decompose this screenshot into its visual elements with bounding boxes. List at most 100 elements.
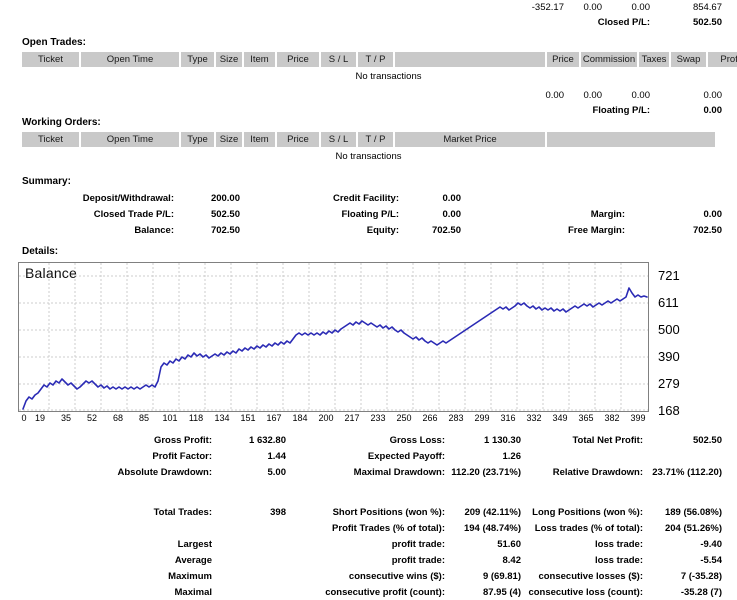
x-tick-217: 217 bbox=[344, 413, 359, 423]
col-size: Size bbox=[215, 52, 243, 68]
summary-value-floating-pl: 0.00 bbox=[405, 209, 461, 220]
details-label-total-trades: Total Trades: bbox=[0, 507, 218, 518]
col-commission: Commission bbox=[580, 52, 638, 68]
x-tick-399: 399 bbox=[630, 413, 645, 423]
details-value-gross-loss: 1 130.30 bbox=[451, 435, 521, 446]
summary-value-equity: 702.50 bbox=[405, 225, 461, 236]
wo-col-spacer bbox=[546, 132, 715, 148]
wo-col-item: Item bbox=[243, 132, 276, 148]
details-label-average-loss-trade: loss trade: bbox=[521, 555, 649, 566]
details-label-average: Average bbox=[0, 555, 218, 566]
floating-pl-label: Floating P/L: bbox=[519, 105, 650, 116]
wo-col-size: Size bbox=[215, 132, 243, 148]
details-label-loss-trades: Loss trades (% of total): bbox=[521, 523, 649, 534]
summary-title: Summary: bbox=[22, 176, 71, 187]
summary-row: Closed Trade P/L: 502.50 Floating P/L: 0… bbox=[0, 206, 737, 222]
summary-label-floating-pl: Floating P/L: bbox=[240, 209, 405, 220]
details-row-drawdown: Absolute Drawdown: 5.00 Maximal Drawdown… bbox=[0, 464, 737, 480]
x-tick-200: 200 bbox=[318, 413, 333, 423]
details-value-largest-profit-trade: 51.60 bbox=[451, 539, 521, 550]
open-swap-total: 0.00 bbox=[602, 90, 650, 101]
closed-pl-label: Closed P/L: bbox=[519, 17, 650, 28]
closed-pl-block: -352.17 0.00 0.00 854.67 Closed P/L: 502… bbox=[0, 0, 737, 30]
closed-profit-value: 854.67 bbox=[650, 2, 722, 13]
details-row-profit-factor: Profit Factor: 1.44 Expected Payoff: 1.2… bbox=[0, 448, 737, 464]
details-label-consecutive-loss-count: consecutive loss (count): bbox=[521, 587, 649, 598]
statement-report-page: -352.17 0.00 0.00 854.67 Closed P/L: 502… bbox=[0, 0, 737, 600]
summary-label-deposit: Deposit/Withdrawal: bbox=[0, 193, 180, 204]
details-row-maximum-consecutive: Maximum consecutive wins ($): 9 (69.81) … bbox=[0, 568, 737, 584]
wo-col-type: Type bbox=[180, 132, 215, 148]
details-label-short-positions: Short Positions (won %): bbox=[286, 507, 451, 518]
details-value-largest-loss-trade: -9.40 bbox=[649, 539, 722, 550]
details-value-consecutive-wins-dollar: 9 (69.81) bbox=[451, 571, 521, 582]
details-label-maximal: Maximal bbox=[0, 587, 218, 598]
details-label-gross-profit: Gross Profit: bbox=[0, 435, 218, 446]
balance-chart-svg bbox=[19, 263, 648, 411]
col-item: Item bbox=[243, 52, 276, 68]
closed-pl-values-row: -352.17 0.00 0.00 854.67 bbox=[0, 0, 737, 15]
summary-value-deposit: 200.00 bbox=[180, 193, 240, 204]
details-row-maximal-consecutive: Maximal consecutive profit (count): 87.9… bbox=[0, 584, 737, 600]
working-orders-empty-row: No transactions bbox=[22, 148, 715, 165]
details-label-relative-drawdown: Relative Drawdown: bbox=[521, 467, 649, 478]
details-value-profit-factor: 1.44 bbox=[218, 451, 286, 462]
wo-col-stop-loss: S / L bbox=[320, 132, 357, 148]
details-value-average-loss-trade: -5.54 bbox=[649, 555, 722, 566]
details-label-maximum: Maximum bbox=[0, 571, 218, 582]
x-tick-250: 250 bbox=[396, 413, 411, 423]
summary-value-margin: 0.00 bbox=[631, 209, 722, 220]
closed-taxes-value: 0.00 bbox=[564, 2, 602, 13]
col-type: Type bbox=[180, 52, 215, 68]
details-value-maximal-drawdown: 112.20 (23.71%) bbox=[451, 467, 521, 478]
summary-label-credit: Credit Facility: bbox=[240, 193, 405, 204]
details-label-absolute-drawdown: Absolute Drawdown: bbox=[0, 467, 218, 478]
x-tick-68: 68 bbox=[113, 413, 123, 423]
wo-col-take-profit: T / P bbox=[357, 132, 394, 148]
x-tick-365: 365 bbox=[578, 413, 593, 423]
col-taxes: Taxes bbox=[638, 52, 670, 68]
col-swap: Swap bbox=[670, 52, 707, 68]
x-tick-118: 118 bbox=[189, 413, 203, 423]
details-row-spacer bbox=[0, 480, 737, 504]
details-grid: Gross Profit: 1 632.80 Gross Loss: 1 130… bbox=[0, 432, 737, 600]
wo-col-market-price: Market Price bbox=[394, 132, 546, 148]
x-tick-382: 382 bbox=[604, 413, 619, 423]
x-tick-151: 151 bbox=[240, 413, 255, 423]
open-commission-total: 0.00 bbox=[519, 90, 564, 101]
details-value-loss-trades: 204 (51.26%) bbox=[649, 523, 722, 534]
details-label-long-positions: Long Positions (won %): bbox=[521, 507, 649, 518]
closed-pl-value: 502.50 bbox=[650, 17, 722, 28]
summary-label-closed-trade-pl: Closed Trade P/L: bbox=[0, 209, 180, 220]
x-tick-349: 349 bbox=[552, 413, 567, 423]
closed-pl-total-row: Closed P/L: 502.50 bbox=[0, 15, 737, 30]
x-tick-266: 266 bbox=[422, 413, 437, 423]
y-tick-390: 390 bbox=[658, 350, 680, 363]
details-value-total-net-profit: 502.50 bbox=[649, 435, 722, 446]
open-trades-title: Open Trades: bbox=[22, 37, 86, 48]
closed-commission-value: -352.17 bbox=[519, 2, 564, 13]
details-label-gross-loss: Gross Loss: bbox=[286, 435, 451, 446]
details-value-consecutive-profit-count: 87.95 (4) bbox=[451, 587, 521, 598]
details-value-gross-profit: 1 632.80 bbox=[218, 435, 286, 446]
chart-horizontal-gridlines bbox=[19, 276, 648, 410]
chart-y-axis-labels: 721 611 500 390 279 168 bbox=[658, 262, 718, 412]
details-row-total-trades: Total Trades: 398 Short Positions (won %… bbox=[0, 504, 737, 520]
details-label-expected-payoff: Expected Payoff: bbox=[286, 451, 451, 462]
col-price-open: Price bbox=[276, 52, 320, 68]
details-value-absolute-drawdown: 5.00 bbox=[218, 467, 286, 478]
y-tick-168: 168 bbox=[658, 404, 680, 417]
working-orders-empty-text: No transactions bbox=[22, 148, 715, 165]
col-take-profit: T / P bbox=[357, 52, 394, 68]
details-value-profit-trades: 194 (48.74%) bbox=[451, 523, 521, 534]
details-value-relative-drawdown: 23.71% (112.20) bbox=[649, 467, 722, 478]
y-tick-611: 611 bbox=[658, 296, 679, 309]
details-label-profit-trades: Profit Trades (% of total): bbox=[286, 523, 451, 534]
details-value-consecutive-losses-dollar: 7 (-35.28) bbox=[649, 571, 722, 582]
open-taxes-total: 0.00 bbox=[564, 90, 602, 101]
details-value-average-profit-trade: 8.42 bbox=[451, 555, 521, 566]
col-price-close: Price bbox=[546, 52, 580, 68]
x-tick-19: 19 bbox=[35, 413, 45, 423]
summary-row: Deposit/Withdrawal: 200.00 Credit Facili… bbox=[0, 190, 737, 206]
x-tick-167: 167 bbox=[266, 413, 281, 423]
